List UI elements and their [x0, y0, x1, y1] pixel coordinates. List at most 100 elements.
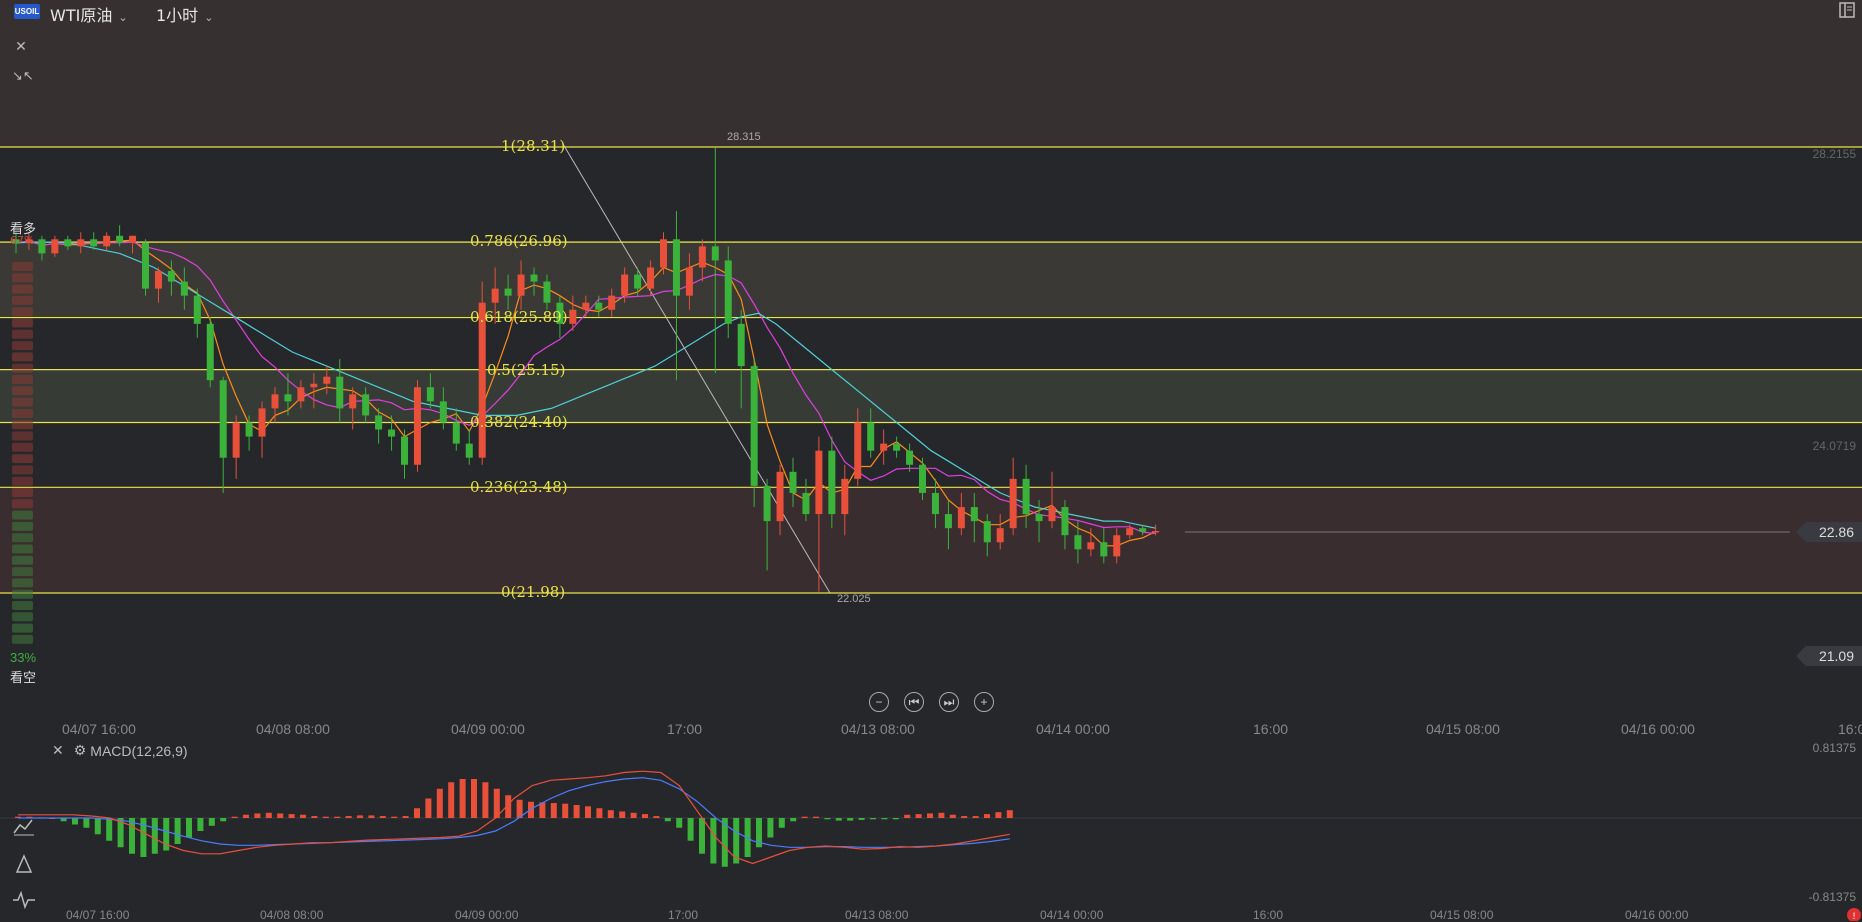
candle-body — [750, 366, 758, 486]
price-axis-bottom-tag: 21.09 — [1796, 646, 1862, 666]
macd-histogram-bar — [334, 816, 341, 818]
indicator-icon[interactable] — [12, 817, 36, 837]
candle-body — [711, 246, 719, 261]
close-icon[interactable]: ✕ — [52, 742, 64, 759]
candle-body — [893, 443, 901, 451]
macd-histogram-bar — [573, 805, 580, 818]
time-tick: 16:00 — [1253, 721, 1289, 737]
macd-histogram-bar — [72, 818, 78, 825]
fib-label-1: 1(28.31) — [501, 137, 566, 155]
candle-body — [698, 246, 706, 268]
macd-histogram-bar — [949, 814, 956, 818]
candle-body — [465, 443, 473, 458]
candle-body — [77, 239, 85, 247]
zone-bg-236 — [0, 487, 1862, 593]
symbol-name: WTI原油 — [50, 6, 113, 25]
candle-body — [1100, 542, 1108, 557]
bear-pct: 33% — [10, 650, 37, 665]
macd-histogram-bar — [300, 814, 306, 818]
macd-histogram-bar — [927, 813, 933, 818]
price-chart[interactable] — [0, 0, 1862, 921]
candle-body — [51, 239, 59, 254]
sentiment-segment — [12, 318, 33, 328]
sentiment-segment — [12, 510, 33, 520]
candle-body — [569, 309, 577, 324]
macd-histogram-bar — [767, 818, 774, 838]
candle-body — [1126, 528, 1134, 536]
macd-time-tick: 17:00 — [668, 908, 699, 922]
sentiment-segment — [12, 465, 33, 475]
candle-body — [362, 394, 370, 416]
candle-body — [543, 281, 551, 303]
candle-body — [1113, 535, 1121, 557]
candle-body — [815, 450, 823, 515]
candle-body — [38, 239, 46, 254]
candle-body — [944, 514, 952, 529]
scroll-end-button[interactable]: ⏭ — [939, 692, 959, 712]
pulse-icon[interactable] — [12, 890, 36, 910]
zoom-out-button[interactable]: − — [869, 692, 889, 712]
candle-body — [906, 450, 914, 465]
candle-body — [1074, 535, 1082, 550]
macd-histogram-bar — [550, 803, 557, 818]
macd-histogram-bar — [322, 816, 329, 818]
macd-histogram-bar — [607, 810, 614, 818]
chevron-down-icon: ⌄ — [118, 11, 128, 24]
candle-body — [737, 323, 745, 367]
interval-value: 1小时 — [156, 6, 199, 25]
macd-histogram-bar — [368, 815, 375, 818]
macd-histogram-bar — [892, 818, 899, 820]
candle-body — [103, 235, 111, 247]
time-tick: 04/16 00:00 — [1621, 721, 1695, 737]
candle-body — [206, 323, 214, 381]
macd-header: ✕ ⚙ MACD(12,26,9) — [52, 742, 188, 759]
macd-histogram-bar — [311, 816, 318, 818]
collapse-icon[interactable]: ↘↖ — [12, 68, 34, 86]
chevron-down-icon: ⌄ — [204, 11, 214, 24]
gear-icon[interactable]: ⚙ — [74, 742, 87, 759]
candle-body — [595, 302, 603, 310]
macd-histogram-bar — [858, 818, 865, 820]
macd-histogram-bar — [379, 816, 386, 818]
time-tick: 04/08 08:00 — [256, 721, 330, 737]
close-icon[interactable]: ✕ — [12, 38, 30, 56]
sentiment-segment — [12, 386, 33, 396]
candle-body — [724, 260, 732, 324]
candle-body — [919, 464, 926, 493]
candle-body — [349, 394, 357, 409]
drawing-tool-icon[interactable] — [12, 854, 36, 874]
candle-body — [621, 274, 629, 296]
fib-label-0382: 0.382(24.40) — [470, 413, 568, 431]
sentiment-segment — [12, 521, 33, 531]
high-annotation: 28.315 — [727, 131, 761, 143]
macd-histogram-bar — [277, 813, 284, 818]
macd-histogram-bar — [208, 818, 215, 826]
scroll-start-button[interactable]: ⏮ — [904, 692, 924, 712]
candle-body — [142, 242, 149, 289]
macd-histogram-bar — [676, 818, 683, 828]
macd-histogram-bar — [995, 812, 1002, 818]
macd-time-tick: 16:00 — [1253, 908, 1284, 922]
price-axis-top: 28.2155 — [1812, 147, 1856, 161]
symbol-selector[interactable]: WTI原油 ⌄ — [50, 2, 128, 26]
time-tick: 17:00 — [667, 721, 703, 737]
candle-body — [90, 239, 98, 247]
notification-icon[interactable]: ! — [1842, 905, 1862, 921]
macd-histogram-bar — [824, 818, 831, 820]
time-tick: 04/14 00:00 — [1036, 721, 1110, 737]
candle-body — [401, 436, 408, 465]
macd-histogram-bar — [961, 816, 968, 818]
interval-selector[interactable]: 1小时 ⌄ — [156, 2, 213, 26]
candle-body — [672, 239, 680, 296]
panel-toggle-icon[interactable] — [1838, 1, 1856, 19]
macd-histogram-bar — [220, 818, 227, 822]
sentiment-segment — [12, 408, 33, 418]
candle-body — [193, 295, 201, 324]
zoom-in-button[interactable]: + — [974, 692, 994, 712]
candle-body — [1061, 507, 1069, 536]
candle-body — [685, 267, 693, 296]
macd-histogram-bar — [1006, 810, 1013, 818]
time-tick: 04/15 08:00 — [1426, 721, 1500, 737]
sentiment-segment — [12, 488, 33, 497]
candle-body — [776, 471, 784, 522]
